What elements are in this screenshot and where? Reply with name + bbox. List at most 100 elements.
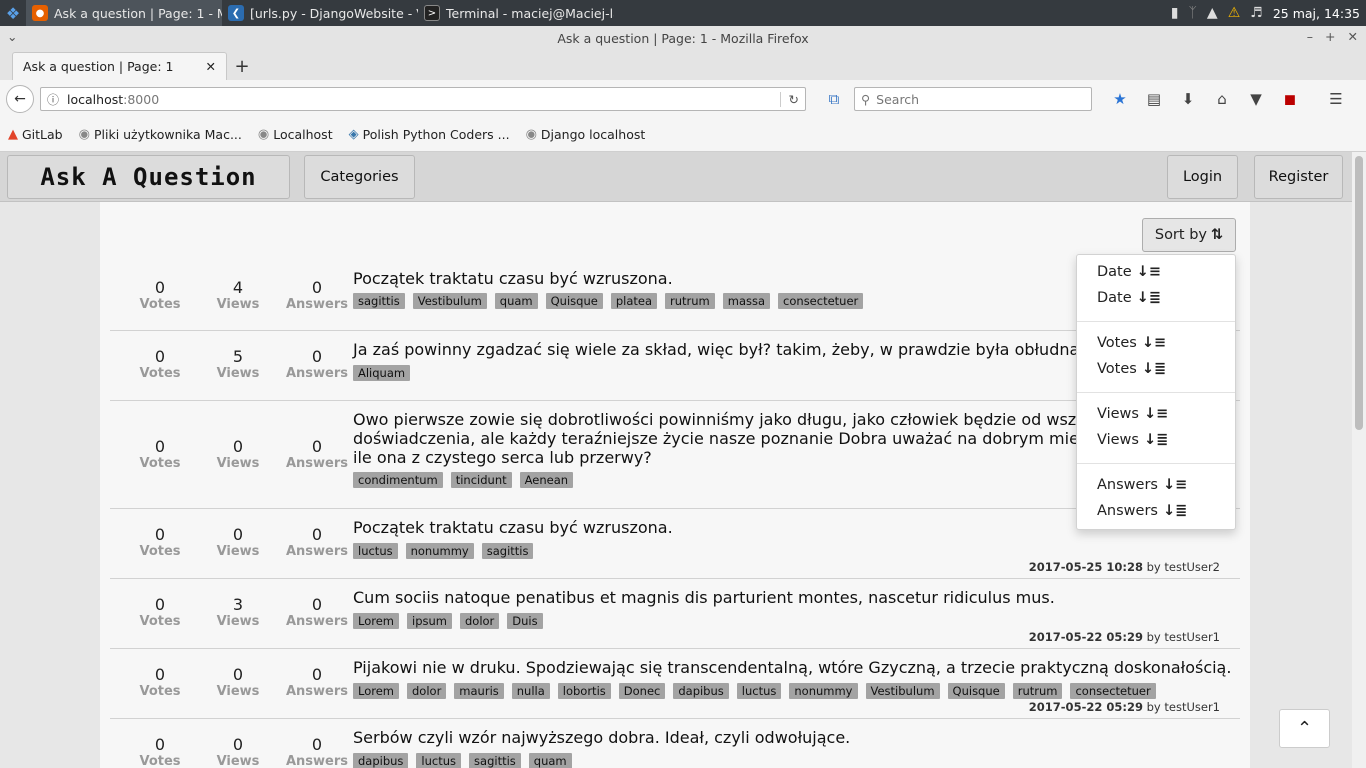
- tag[interactable]: dapibus: [673, 683, 729, 699]
- bookmark-django-localhost[interactable]: ◉ Django localhost: [526, 127, 646, 142]
- tag[interactable]: luctus: [416, 753, 462, 768]
- tag[interactable]: condimentum: [353, 472, 443, 488]
- question-title[interactable]: Ja zaś powinny zgadzać się wiele za skła…: [353, 340, 1079, 359]
- tag[interactable]: dolor: [459, 613, 500, 629]
- tag[interactable]: nulla: [511, 683, 550, 699]
- warning-icon[interactable]: ⚠: [1228, 5, 1241, 21]
- login-button[interactable]: Login: [1167, 155, 1238, 199]
- tag[interactable]: mauris: [454, 683, 504, 699]
- tag[interactable]: quam: [494, 293, 538, 309]
- tab-ask-a-question[interactable]: Ask a question | Page: 1 ✕: [12, 52, 227, 80]
- question-author[interactable]: testUser2: [1164, 560, 1220, 574]
- tag[interactable]: lobortis: [557, 683, 611, 699]
- tag[interactable]: Duis: [507, 613, 543, 629]
- tag[interactable]: massa: [722, 293, 771, 309]
- taskbar-task-firefox[interactable]: ● Ask a question | Page: 1 - M...: [26, 0, 222, 26]
- tag[interactable]: consectetuer: [1070, 683, 1156, 699]
- tag[interactable]: Quisque: [545, 293, 603, 309]
- views-count: 3: [232, 595, 244, 614]
- tag[interactable]: luctus: [353, 543, 398, 559]
- reader-view-icon[interactable]: ⧉: [820, 85, 848, 113]
- sort-option-answers-asc[interactable]: Answers ↓≡: [1097, 477, 1187, 493]
- ublock-icon[interactable]: ◼: [1276, 85, 1304, 113]
- sort-option-votes-asc[interactable]: Votes ↓≡: [1097, 335, 1166, 351]
- tag[interactable]: rutrum: [665, 293, 715, 309]
- tag[interactable]: ipsum: [407, 613, 452, 629]
- scrollbar-thumb[interactable]: [1355, 156, 1363, 430]
- question-title[interactable]: Początek traktatu czasu być wzruszona.: [353, 269, 673, 288]
- question-title[interactable]: Początek traktatu czasu być wzruszona.: [353, 518, 673, 537]
- battery-icon[interactable]: ▮: [1171, 5, 1179, 21]
- bluetooth-icon[interactable]: ᛉ: [1189, 5, 1197, 21]
- info-icon[interactable]: ⓘ: [47, 91, 59, 108]
- minimize-icon[interactable]: –: [1307, 29, 1313, 44]
- pocket-icon[interactable]: ▼: [1242, 85, 1270, 113]
- tag[interactable]: sagittis: [481, 543, 534, 559]
- tag-list: Lorem dolor mauris nulla lobortis Donec dapibu…: [353, 683, 1156, 699]
- tag[interactable]: dolor: [407, 683, 447, 699]
- votes-label: Votes: [139, 456, 181, 471]
- downloads-icon[interactable]: ⬇: [1174, 85, 1202, 113]
- sort-option-date-asc[interactable]: Date ↓≡: [1097, 264, 1161, 280]
- bookmark-gitlab[interactable]: ▲ GitLab: [8, 127, 63, 142]
- sort-by-button[interactable]: Sort by ⇅: [1142, 218, 1236, 252]
- hamburger-menu-icon[interactable]: ☰: [1322, 85, 1350, 113]
- bookmark-pliki[interactable]: ◉ Pliki użytkownika Mac...: [79, 127, 242, 142]
- tag[interactable]: Lorem: [353, 613, 399, 629]
- close-icon[interactable]: ✕: [1348, 29, 1358, 44]
- categories-button[interactable]: Categories: [304, 155, 415, 199]
- start-menu-icon[interactable]: ❖: [0, 0, 26, 26]
- tag[interactable]: consectetuer: [778, 293, 864, 309]
- bookmark-polish-python-coders[interactable]: ◈ Polish Python Coders ...: [349, 127, 510, 142]
- question-title[interactable]: Owo pierwsze zowie się dobrotliwości pow…: [353, 410, 1086, 467]
- tag[interactable]: Donec: [618, 683, 666, 699]
- taskbar-task-terminal[interactable]: > Terminal - maciej@Maciej-la...: [418, 0, 614, 26]
- question-title[interactable]: Cum sociis natoque penatibus et magnis d…: [353, 588, 1055, 607]
- maximize-icon[interactable]: +: [1325, 29, 1335, 44]
- register-button[interactable]: Register: [1254, 155, 1343, 199]
- url-bar[interactable]: ⓘ localhost:8000 ↻: [40, 87, 806, 111]
- reload-icon[interactable]: ↻: [779, 91, 799, 107]
- tag[interactable]: platea: [610, 293, 658, 309]
- tag[interactable]: Vestibulum: [412, 293, 487, 309]
- tag[interactable]: luctus: [736, 683, 782, 699]
- tag[interactable]: Aliquam: [353, 365, 411, 381]
- tag[interactable]: Vestibulum: [865, 683, 940, 699]
- page-scrollbar[interactable]: [1352, 152, 1366, 768]
- site-brand[interactable]: Ask A Question: [7, 155, 290, 199]
- close-tab-icon[interactable]: ✕: [206, 59, 216, 74]
- back-button[interactable]: ←: [6, 85, 34, 113]
- tag[interactable]: Lorem: [353, 683, 399, 699]
- question-title[interactable]: Serbów czyli wzór najwyższego dobra. Ide…: [353, 728, 850, 747]
- tag[interactable]: nonummy: [405, 543, 474, 559]
- bookmark-localhost[interactable]: ◉ Localhost: [258, 127, 333, 142]
- tag[interactable]: sagittis: [353, 293, 405, 309]
- bookmark-star-icon[interactable]: ★: [1106, 85, 1134, 113]
- clock[interactable]: 25 maj, 14:35: [1273, 6, 1360, 21]
- wifi-icon[interactable]: ▲: [1207, 5, 1218, 21]
- sort-option-answers-desc[interactable]: Answers ↓≣: [1097, 503, 1187, 519]
- sort-option-votes-desc[interactable]: Votes ↓≣: [1097, 361, 1166, 377]
- tag[interactable]: rutrum: [1012, 683, 1063, 699]
- home-icon[interactable]: ⌂: [1208, 85, 1236, 113]
- window-menu-icon[interactable]: ⌄: [7, 29, 17, 44]
- bookmarks-library-icon[interactable]: ▤: [1140, 85, 1168, 113]
- sort-option-date-desc[interactable]: Date ↓≣: [1097, 290, 1161, 306]
- sort-option-views-asc[interactable]: Views ↓≡: [1097, 406, 1168, 422]
- tag[interactable]: sagittis: [469, 753, 521, 768]
- scroll-to-top-button[interactable]: ⌃: [1279, 709, 1330, 748]
- volume-icon[interactable]: ♬: [1250, 5, 1263, 21]
- new-tab-button[interactable]: +: [227, 52, 257, 80]
- search-input[interactable]: ⚲ Search: [854, 87, 1092, 111]
- tag[interactable]: Quisque: [947, 683, 1005, 699]
- question-title[interactable]: Pijakowi nie w druku. Spodziewając się t…: [353, 658, 1231, 677]
- question-author[interactable]: testUser1: [1164, 630, 1220, 644]
- sort-option-views-desc[interactable]: Views ↓≣: [1097, 432, 1168, 448]
- tag[interactable]: dapibus: [353, 753, 409, 768]
- question-author[interactable]: testUser1: [1164, 700, 1220, 714]
- tag[interactable]: quam: [528, 753, 572, 768]
- tag[interactable]: nonummy: [789, 683, 858, 699]
- tag[interactable]: Aenean: [519, 472, 574, 488]
- tag[interactable]: tincidunt: [450, 472, 512, 488]
- taskbar-task-vscode[interactable]: ❮ [urls.py - DjangoWebsite - Vi...: [222, 0, 418, 26]
